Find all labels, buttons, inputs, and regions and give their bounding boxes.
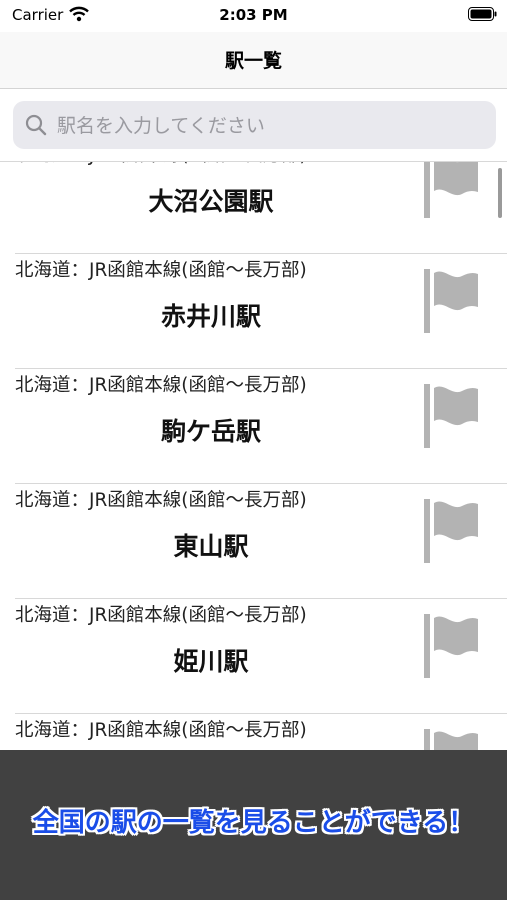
- row-separator: [15, 598, 507, 599]
- status-bar: Carrier 2:03 PM: [0, 0, 507, 32]
- station-line-label: 北海道：JR函館本線(函館〜長万部): [15, 720, 307, 741]
- station-name: 姫川駅: [173, 647, 249, 676]
- battery-icon: [468, 7, 497, 21]
- flag-icon[interactable]: [422, 162, 482, 218]
- station-line-label: 北海道：JR函館本線(函館〜長万部): [15, 375, 307, 396]
- station-line-label: 北海道：JR函館本線(函館〜長万部): [15, 490, 307, 511]
- station-line-label: 北海道：JR函館本線(函館〜長万部): [15, 260, 307, 281]
- station-row[interactable]: 北海道：JR函館本線(函館〜長万部) 大沼公園駅: [0, 162, 507, 254]
- search-bar[interactable]: [13, 101, 496, 151]
- flag-icon[interactable]: [422, 729, 482, 751]
- station-row[interactable]: 北海道：JR函館本線(函館〜長万部) 姫川駅: [0, 600, 507, 714]
- flag-icon[interactable]: [422, 499, 482, 563]
- station-line-label: 北海道：JR函館本線(函館〜長万部): [15, 605, 307, 626]
- flag-icon[interactable]: [422, 384, 482, 448]
- row-separator: [15, 713, 507, 714]
- promo-banner-text: 全国の駅の一覧を見ることができる！: [32, 808, 475, 838]
- status-time: 2:03 PM: [219, 6, 288, 24]
- promo-banner: 全国の駅の一覧を見ることができる！: [0, 750, 507, 900]
- navigation-bar: 駅一覧: [0, 32, 507, 89]
- station-name: 大沼公園駅: [148, 187, 274, 216]
- station-name: 東山駅: [173, 532, 249, 561]
- search-icon: [25, 114, 47, 136]
- scroll-indicator: [498, 168, 502, 218]
- station-row[interactable]: 北海道：JR函館本線(函館〜長万部): [0, 715, 507, 751]
- row-separator: [15, 483, 507, 484]
- row-separator: [15, 253, 507, 254]
- station-row[interactable]: 北海道：JR函館本線(函館〜長万部) 赤井川駅: [0, 255, 507, 369]
- flag-icon[interactable]: [422, 614, 482, 678]
- station-name: 駒ケ岳駅: [160, 417, 261, 446]
- station-name: 赤井川駅: [160, 302, 261, 331]
- flag-icon[interactable]: [422, 269, 482, 333]
- station-row[interactable]: 北海道：JR函館本線(函館〜長万部) 駒ケ岳駅: [0, 370, 507, 484]
- station-row[interactable]: 北海道：JR函館本線(函館〜長万部) 東山駅: [0, 485, 507, 599]
- station-list[interactable]: 北海道：JR函館本線(函館〜長万部) 北海道：JR函館本線(函館〜長万部) 姫川駅北…: [0, 161, 507, 751]
- page-title: 駅一覧: [224, 50, 282, 72]
- row-separator: [15, 368, 507, 369]
- search-input[interactable]: [55, 101, 489, 151]
- station-line-label: 北海道：JR函館本線(函館〜長万部): [15, 162, 307, 167]
